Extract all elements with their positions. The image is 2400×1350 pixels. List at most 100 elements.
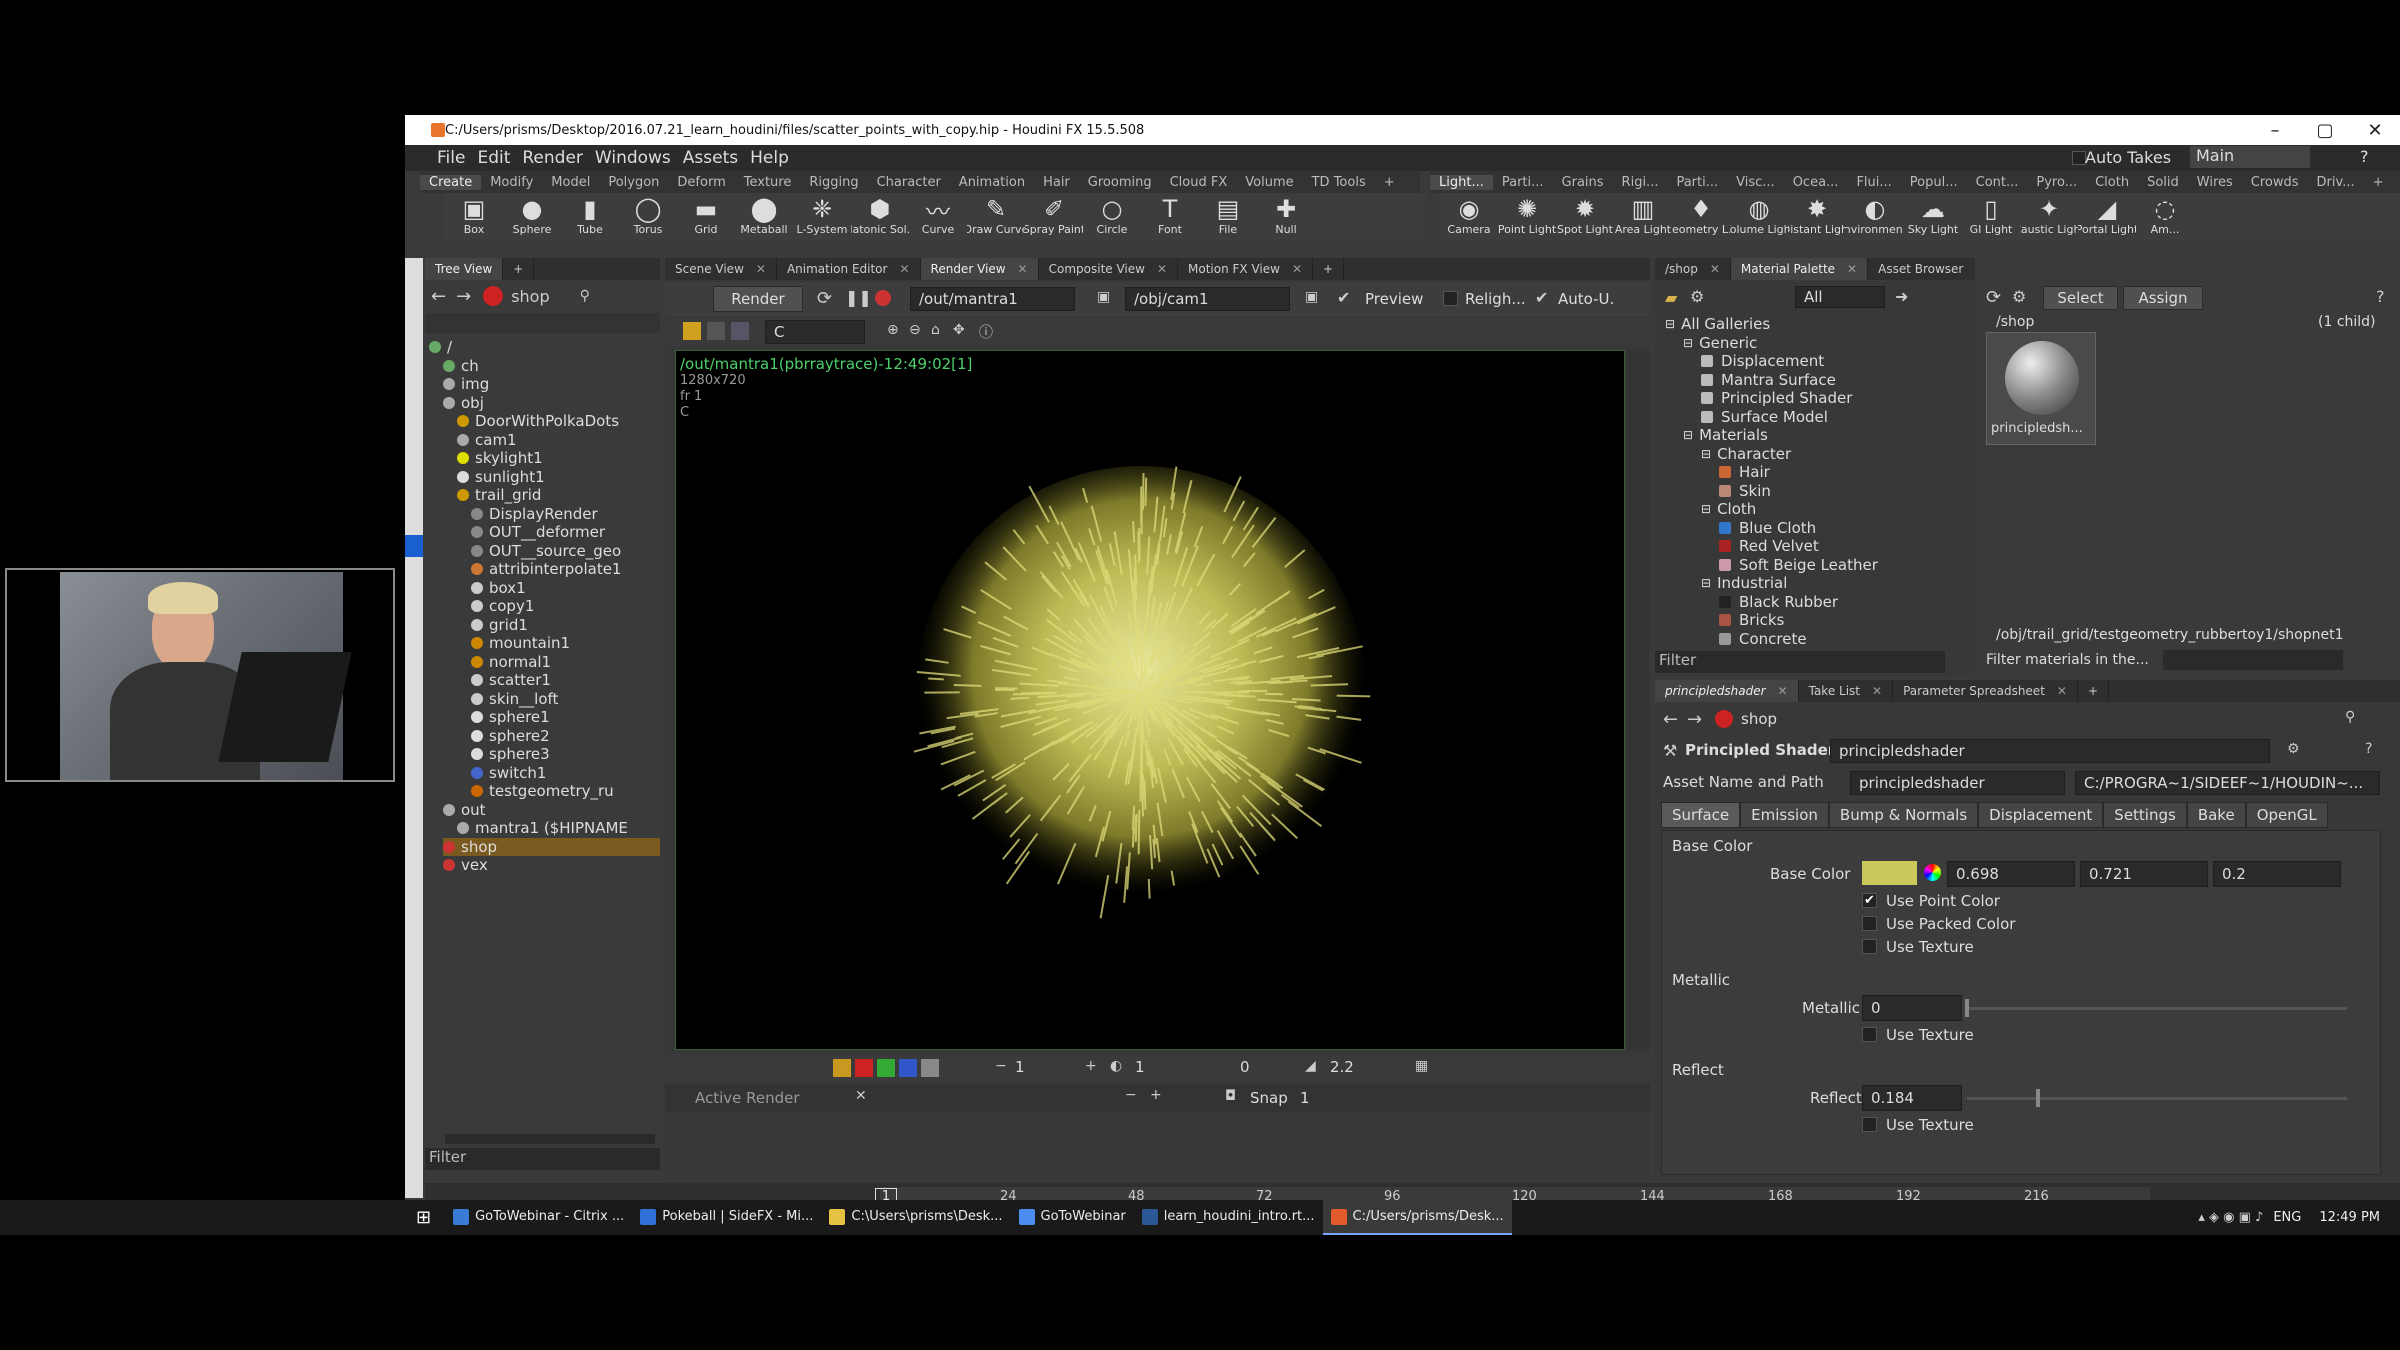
taskbar-item[interactable]: learn_houdini_intro.rt...	[1134, 1200, 1323, 1235]
shelf-tab[interactable]: Deform	[668, 175, 734, 190]
base-color-swatch[interactable]	[1862, 861, 1917, 885]
shelf-tab[interactable]: Texture	[735, 175, 801, 190]
tree-item[interactable]: mantra1 ($HIPNAME	[457, 819, 628, 837]
refresh-icon[interactable]: ⟳	[817, 288, 832, 309]
shelf-tool[interactable]: ▥ Area Light	[1614, 193, 1672, 241]
shelf-tool[interactable]: ✐ Spray Paint	[1025, 193, 1083, 241]
shelf-tab[interactable]: Cloth	[2086, 175, 2138, 190]
node-help-icon[interactable]: ?	[2365, 741, 2372, 757]
shelf-tool[interactable]: ◌ Am...	[2136, 193, 2194, 241]
lut-icon[interactable]: ▦	[1415, 1058, 1428, 1074]
stop-icon[interactable]	[875, 290, 891, 306]
alpha-channel-icon[interactable]	[921, 1059, 939, 1077]
gallery-item[interactable]: Blue Cloth	[1719, 519, 1816, 537]
param-pin-icon[interactable]: ⚲	[2345, 709, 2355, 725]
shelf-tool[interactable]: ♦Geometry L...	[1672, 193, 1730, 241]
shelf-tool[interactable]: ◯ Torus	[619, 193, 677, 241]
close-tab-icon[interactable]: ✕	[899, 262, 909, 276]
zoom-out-icon[interactable]: ⊖	[909, 322, 921, 338]
view-tab[interactable]: Composite View ✕	[1039, 258, 1179, 280]
tree-item[interactable]: OUT__source_geo	[471, 542, 621, 560]
shelf-tab[interactable]: Grains	[1553, 175, 1613, 190]
shelf-tab[interactable]: Wires	[2188, 175, 2242, 190]
close-button[interactable]: ✕	[2350, 115, 2400, 145]
taskbar-item[interactable]: C:\Users\prisms\Desk...	[821, 1200, 1010, 1235]
metallic-texture-checkbox[interactable]	[1862, 1027, 1877, 1042]
compare-icon[interactable]	[707, 322, 725, 340]
shelf-tool[interactable]: 〰 Curve	[909, 193, 967, 241]
shelf-tab[interactable]: Driv...	[2308, 175, 2364, 190]
gallery-item[interactable]: Mantra Surface	[1701, 371, 1836, 389]
close-tab-icon[interactable]: ✕	[1710, 262, 1720, 276]
shelf-tab[interactable]: Parti...	[1667, 175, 1727, 190]
section-tab[interactable]: Displacement	[1978, 802, 2104, 828]
shelf-tool[interactable]: ⬤ Metaball	[735, 193, 793, 241]
tree-item[interactable]: trail_grid	[457, 486, 541, 504]
gallery-item[interactable]: Surface Model	[1701, 408, 1828, 426]
fit-icon[interactable]: ✥	[953, 322, 965, 338]
tree-item[interactable]: OUT__deformer	[471, 523, 605, 541]
camera-field[interactable]: /obj/cam1	[1125, 287, 1290, 311]
palette-filter-field[interactable]	[2163, 650, 2343, 670]
relight-checkbox[interactable]	[1443, 291, 1458, 306]
shelf-tab[interactable]: Light...	[1430, 174, 1493, 190]
tree-item[interactable]: sphere2	[471, 727, 550, 745]
taskbar-item[interactable]: C:/Users/prisms/Desk...	[1322, 1200, 1512, 1235]
gallery-tab[interactable]: Material Palette ✕	[1730, 258, 1869, 280]
tree-item[interactable]: shop	[443, 837, 660, 856]
tree-item[interactable]: skin__loft	[471, 690, 558, 708]
gallery-item[interactable]: ⊟ Materials	[1683, 426, 1768, 444]
close-tab-icon[interactable]: ✕	[1847, 262, 1857, 276]
display-mode-icon[interactable]	[683, 322, 701, 340]
shelf-tool[interactable]: ✸Distant Light	[1788, 193, 1846, 241]
close-tab-icon[interactable]: ✕	[2057, 684, 2067, 698]
metallic-slider-knob[interactable]	[1965, 999, 1969, 1017]
view-tab[interactable]: Animation Editor ✕	[777, 258, 921, 280]
help-icon[interactable]: ?	[2360, 147, 2369, 166]
camera-jump-icon[interactable]: ▣	[1305, 289, 1318, 305]
select-button[interactable]: Select	[2043, 286, 2118, 310]
expand-icon[interactable]: ⊟	[1701, 447, 1711, 461]
auto-update-check-icon[interactable]: ✔	[1535, 288, 1548, 307]
shelf-tab[interactable]: Polygon	[599, 175, 668, 190]
shelf-tab[interactable]: +	[2364, 175, 2393, 190]
use-packed-color-checkbox[interactable]	[1862, 916, 1877, 931]
preview-check-icon[interactable]: ✔	[1337, 288, 1350, 307]
gallery-item[interactable]: ⊟ Industrial	[1701, 574, 1787, 592]
param-forward-icon[interactable]: →	[1687, 709, 1702, 730]
shelf-tab[interactable]: Flui...	[1847, 175, 1900, 190]
use-texture-checkbox[interactable]	[1862, 939, 1877, 954]
base-color-r-field[interactable]: 0.698	[1947, 861, 2075, 887]
close-tab-icon[interactable]: ✕	[1157, 262, 1167, 276]
expand-icon[interactable]: ⊟	[1683, 336, 1693, 350]
tree-item[interactable]: DoorWithPolkaDots	[457, 412, 619, 430]
menu-windows[interactable]: Windows	[595, 148, 671, 168]
base-color-g-field[interactable]: 0.721	[2080, 861, 2208, 887]
gamma-value[interactable]: 2.2	[1330, 1058, 1354, 1076]
folder-icon[interactable]: ▰	[1665, 288, 1677, 307]
param-tab[interactable]: principledshader ✕	[1655, 680, 1799, 702]
gallery-tab[interactable]: /shop ✕	[1655, 258, 1731, 280]
tree-item[interactable]: box1	[471, 579, 526, 597]
section-tab[interactable]: Surface	[1661, 802, 1741, 828]
base-color-b-field[interactable]: 0.2	[2213, 861, 2341, 887]
gallery-item[interactable]: Concrete	[1719, 630, 1807, 645]
tree-item[interactable]: grid1	[471, 616, 528, 634]
metallic-field[interactable]: 0	[1862, 995, 1962, 1021]
shelf-tool[interactable]: ▬ Grid	[677, 193, 735, 241]
clear-icon[interactable]: ✕	[855, 1088, 867, 1104]
shelf-tool[interactable]: ❈ L-System	[793, 193, 851, 241]
node-name-field[interactable]: principledshader	[1830, 739, 2270, 763]
menu-file[interactable]: File	[437, 148, 465, 168]
shelf-tool[interactable]: ▣ Box	[445, 193, 503, 241]
shelf-tool[interactable]: ✚ Null	[1257, 193, 1315, 241]
tree-item[interactable]: ch	[443, 357, 479, 375]
pause-icon[interactable]: ❚❚	[845, 288, 872, 307]
gallery-filter[interactable]: Filter	[1655, 651, 1945, 673]
forward-arrow-icon[interactable]: →	[456, 286, 471, 307]
shelf-tab[interactable]: Character	[868, 175, 950, 190]
tree-item[interactable]: /	[429, 338, 452, 356]
frame-value[interactable]: 1	[1015, 1058, 1025, 1076]
gallery-filter-select[interactable]: All	[1795, 286, 1885, 308]
tree-item[interactable]: scatter1	[471, 671, 551, 689]
